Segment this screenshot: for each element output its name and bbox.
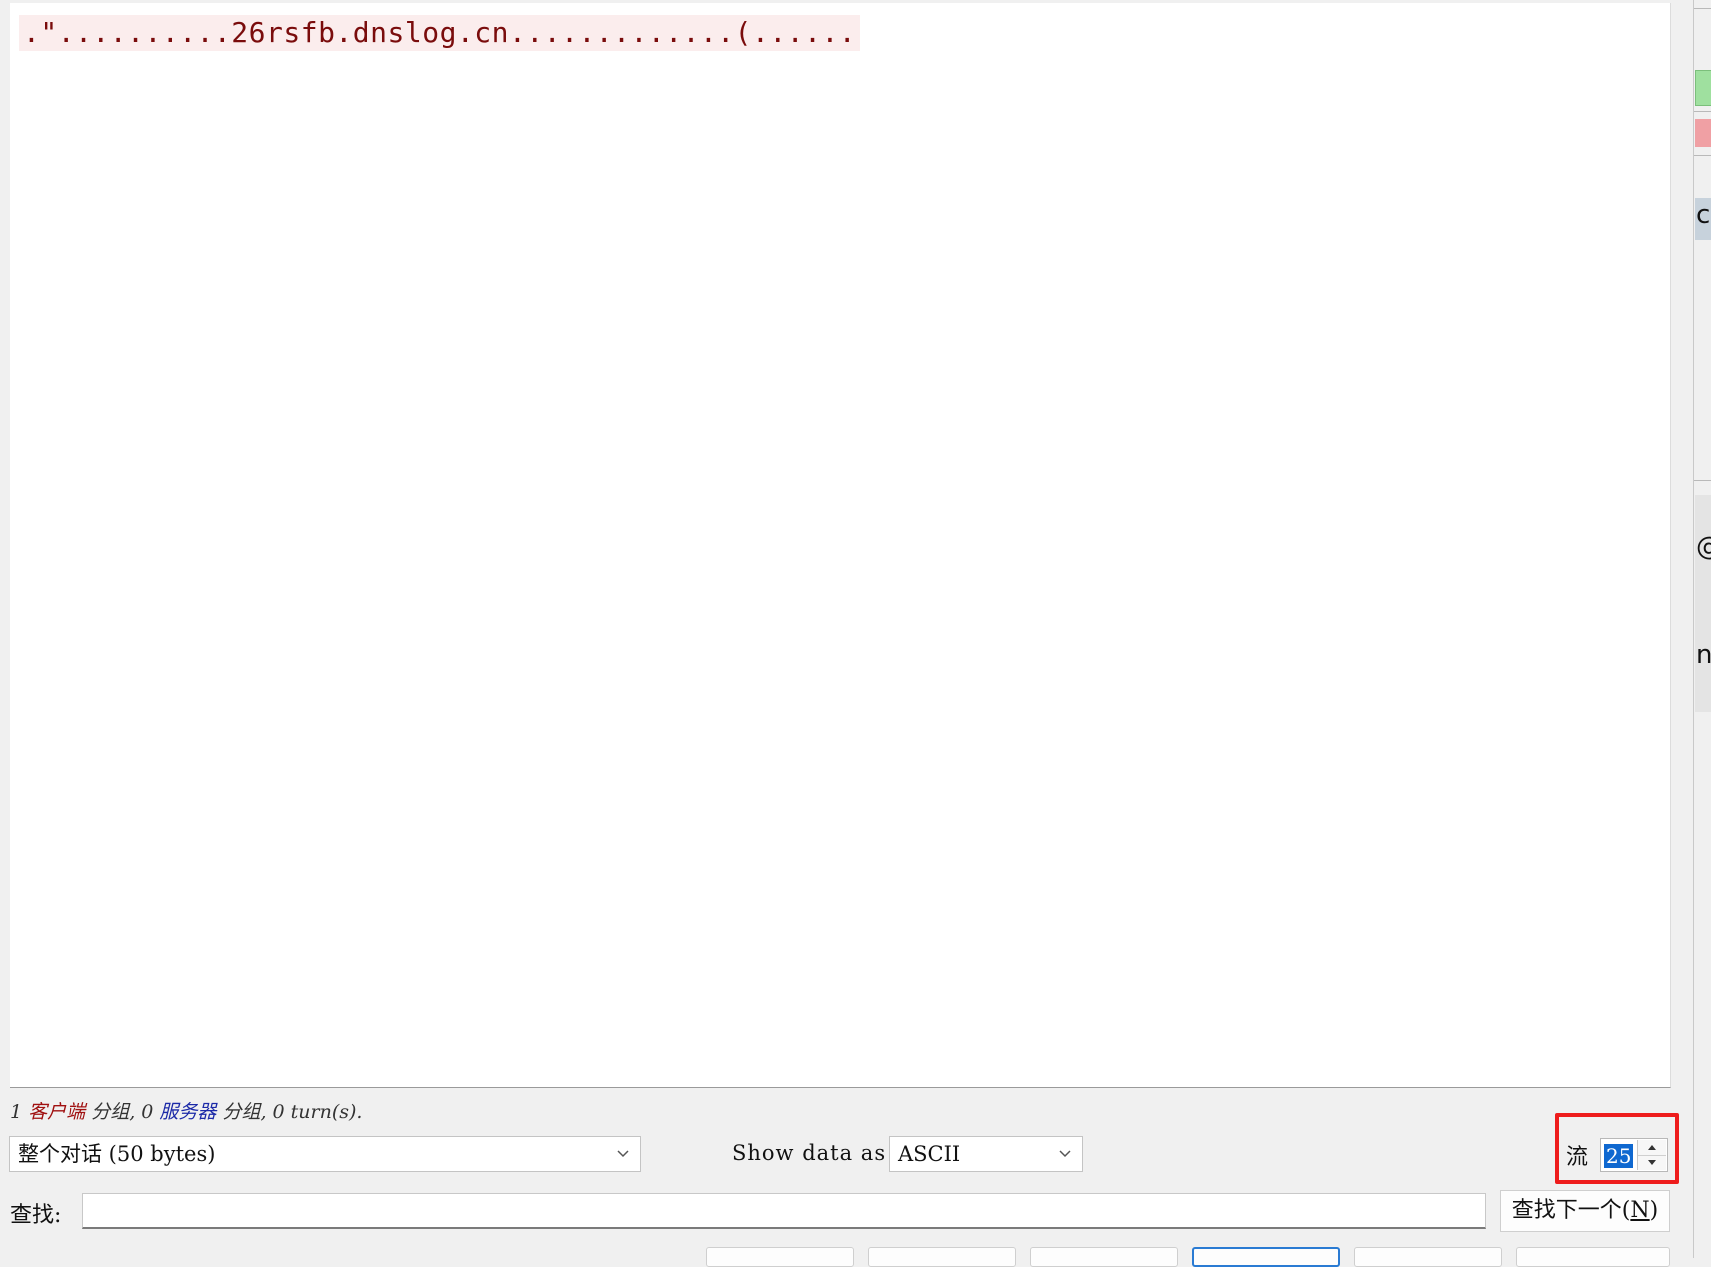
divider [1694,8,1711,9]
client-stream-line: ."..........26rsfb.dnslog.cn............… [19,15,861,51]
client-packet-count: 1 [10,1101,23,1123]
dialog-button[interactable] [1030,1247,1178,1267]
bytes-pane-edge [1695,495,1711,712]
show-data-label: Show data as [732,1141,887,1165]
show-data-as-select[interactable]: ASCII [889,1136,1083,1172]
annotation-highlight-box [1555,1113,1679,1184]
conversation-direction-select[interactable]: 整个对话 (50 bytes) [9,1136,641,1172]
stream-content-area[interactable]: ."..........26rsfb.dnslog.cn............… [10,3,1671,1088]
show-data-as-value: ASCII [898,1142,961,1166]
chevron-down-icon [617,1150,629,1158]
packet-row-green [1695,70,1711,106]
edge-char: n [1696,640,1711,670]
server-label: 服务器 [159,1101,217,1123]
summary-text-1: 分组, 0 [85,1101,160,1123]
edge-char: @ [1696,532,1711,562]
dialog-button[interactable] [868,1247,1016,1267]
edge-char: c [1696,200,1711,230]
stream-summary: 1 客户端 分组, 0 服务器 分组, 0 turn(s). [10,1097,362,1124]
background-window-edge: c @ n [1693,0,1711,1258]
packet-row-red [1695,119,1711,147]
find-input[interactable] [82,1193,1486,1229]
find-label: 查找: [10,1203,62,1228]
dialog-button[interactable] [1354,1247,1502,1267]
conversation-direction-value: 整个对话 (50 bytes) [18,1142,216,1166]
dialog-button[interactable] [1516,1247,1670,1267]
divider [1694,111,1711,112]
find-next-tail: ) [1649,1198,1659,1223]
summary-text-2: 分组, 0 turn(s). [216,1101,363,1123]
chevron-down-icon [1059,1150,1071,1158]
divider [1694,480,1711,481]
find-next-label: 查找下一个( [1511,1198,1631,1223]
divider [1694,155,1711,156]
dialog-button[interactable] [706,1247,854,1267]
find-next-button[interactable]: 查找下一个(N) [1500,1190,1670,1232]
dialog-button-default[interactable] [1192,1247,1340,1267]
find-next-accel: N [1630,1198,1650,1223]
client-label: 客户端 [28,1101,86,1123]
